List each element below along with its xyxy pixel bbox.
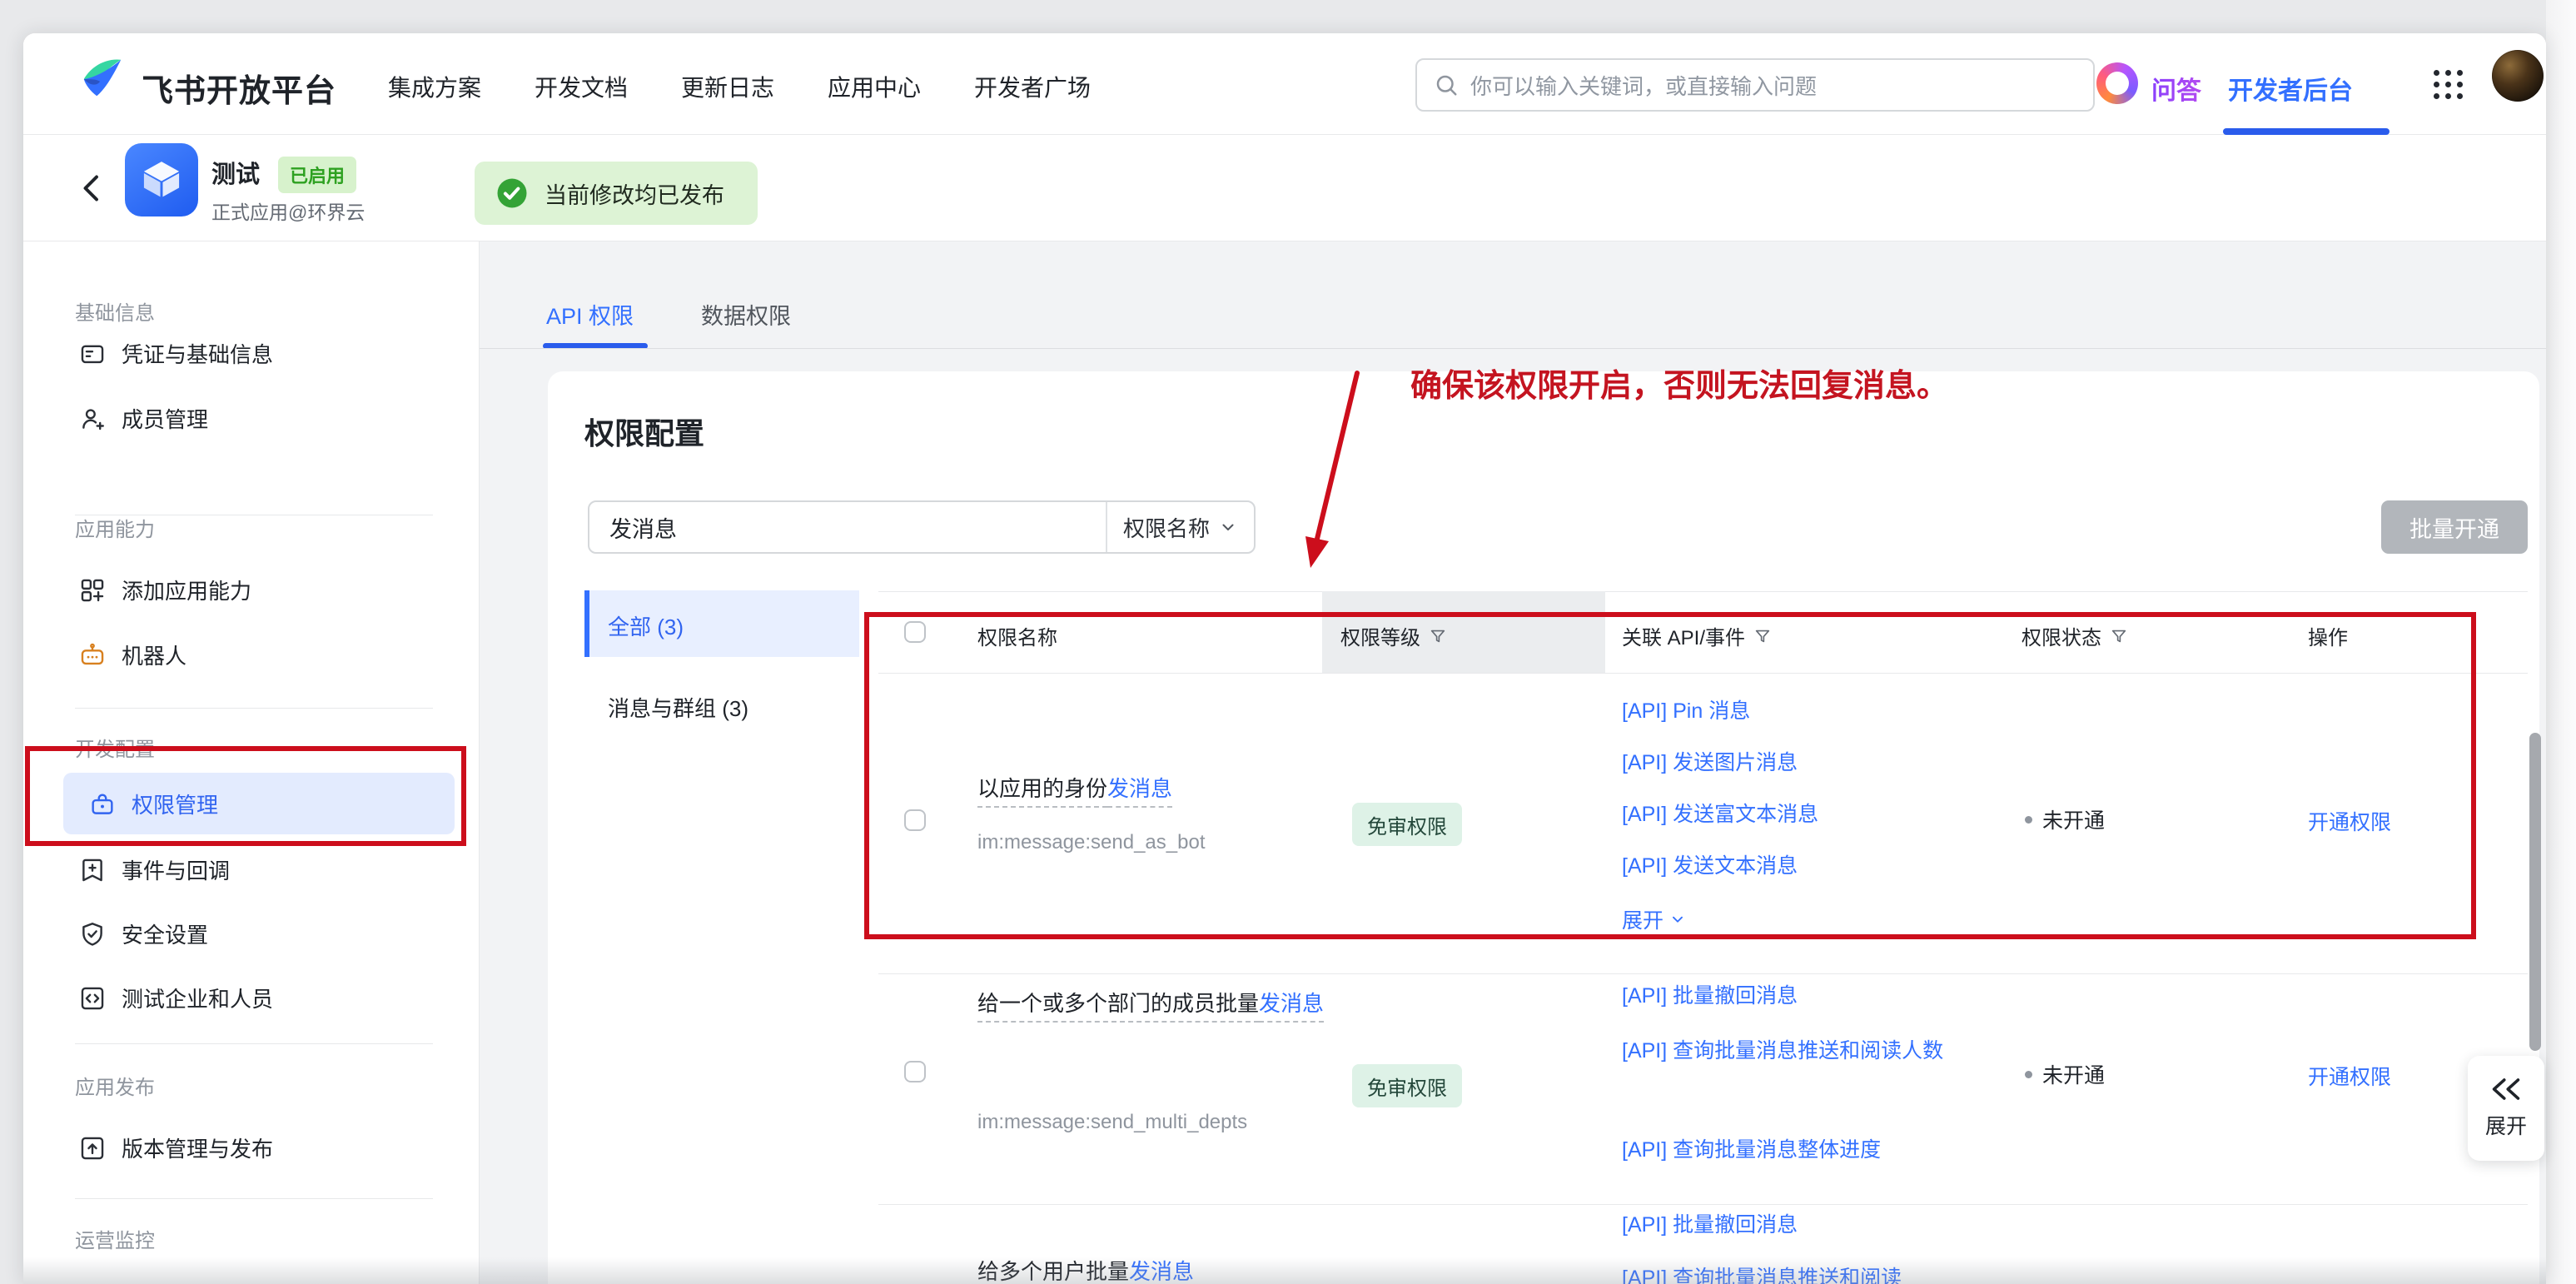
- sidebar-item-members[interactable]: 成员管理: [78, 403, 208, 434]
- search-filter-select[interactable]: 权限名称: [1106, 502, 1254, 552]
- bottom-edge-fade: [23, 1257, 2546, 1284]
- back-icon[interactable]: [77, 170, 107, 207]
- developer-console-link[interactable]: 开发者后台: [2228, 70, 2353, 107]
- qa-gradient-icon[interactable]: [2096, 62, 2138, 104]
- sidebar-item-label: 事件与回调: [122, 854, 230, 885]
- sidebar-item-label: 版本管理与发布: [122, 1132, 273, 1163]
- sidebar-item-version-release[interactable]: 版本管理与发布: [78, 1132, 273, 1163]
- sidebar-item-events[interactable]: 事件与回调: [78, 854, 230, 885]
- feishu-logo-icon[interactable]: [78, 55, 127, 103]
- expand-panel-button[interactable]: 展开: [2468, 1056, 2544, 1161]
- id-card-icon: [78, 340, 107, 368]
- sidebar-item-label: 成员管理: [122, 403, 208, 434]
- double-chevron-left-icon: [2489, 1077, 2523, 1102]
- annotation-note: 确保该权限开启，否则无法回复消息。: [1410, 360, 1948, 406]
- sidebar-section-monitoring: 运营监控: [75, 1224, 155, 1253]
- sidebar-item-bot[interactable]: 机器人: [78, 640, 186, 670]
- sidebar-divider: [75, 1043, 433, 1044]
- bookmark-plus-icon: [78, 856, 107, 884]
- user-plus-icon: [78, 405, 107, 433]
- sidebar-item-label: 凭证与基础信息: [122, 338, 273, 369]
- shield-check-icon: [78, 920, 107, 948]
- permission-search-input[interactable]: 发消息: [589, 511, 1106, 544]
- search-placeholder: 你可以输入关键词，或直接输入问题: [1470, 70, 1817, 101]
- subnav-all[interactable]: 全部 (3): [584, 590, 859, 657]
- sidebar-item-label: 添加应用能力: [122, 575, 251, 605]
- permission-status: 未开通: [2025, 1059, 2105, 1089]
- api-link[interactable]: [API] 查询批量消息整体进度: [1622, 1131, 1881, 1169]
- sidebar-item-add-capability[interactable]: 添加应用能力: [78, 575, 251, 605]
- sidebar-section-capability: 应用能力: [75, 513, 155, 542]
- api-link[interactable]: [API] 批量撤回消息: [1622, 1206, 1798, 1244]
- apps-grid-icon[interactable]: [2434, 70, 2464, 100]
- tab-data-permissions[interactable]: 数据权限: [701, 298, 791, 331]
- row-divider: [878, 1204, 2528, 1205]
- app-icon: [125, 143, 198, 216]
- nav-item-docs[interactable]: 开发文档: [535, 70, 628, 103]
- chevron-down-icon: [1218, 517, 1238, 537]
- nav-item-changelog[interactable]: 更新日志: [681, 70, 774, 103]
- scrollbar-thumb[interactable]: [2529, 733, 2541, 1051]
- level-tag: 免审权限: [1352, 1064, 1462, 1107]
- code-square-icon: [78, 984, 107, 1013]
- status-badge: 已启用: [278, 157, 356, 193]
- sidebar-item-label: 测试企业和人员: [122, 983, 273, 1013]
- expand-button-label: 展开: [2485, 1110, 2527, 1140]
- api-link[interactable]: [API] 批量撤回消息: [1622, 977, 1798, 1015]
- app-name: 测试: [211, 155, 260, 190]
- permission-code: im:message:send_multi_depts: [977, 1111, 1247, 1134]
- nav-item-developer-plaza[interactable]: 开发者广场: [974, 70, 1091, 103]
- sidebar-item-credentials[interactable]: 凭证与基础信息: [78, 338, 273, 369]
- search-icon: [1434, 72, 1459, 97]
- tab-api-permissions[interactable]: API 权限: [546, 298, 634, 331]
- panel-title: 权限配置: [584, 410, 704, 453]
- row-checkbox[interactable]: [904, 1061, 926, 1082]
- top-navbar: 飞书开放平台 集成方案 开发文档 更新日志 应用中心 开发者广场 你可以输入关键…: [23, 33, 2546, 135]
- user-avatar[interactable]: [2492, 50, 2544, 102]
- api-link[interactable]: [API] 查询批量消息推送和阅读人数: [1622, 1032, 1983, 1070]
- global-search-input[interactable]: 你可以输入关键词，或直接输入问题: [1415, 58, 2095, 112]
- app-header: 测试 已启用 正式应用@环界云 当前修改均已发布: [23, 135, 2546, 241]
- table-top-border: [878, 591, 2528, 592]
- subnav-messages-groups[interactable]: 消息与群组 (3): [608, 692, 748, 723]
- subnav-active-bar: [584, 590, 589, 657]
- sidebar-item-security[interactable]: 安全设置: [78, 918, 208, 949]
- enable-permission-link[interactable]: 开通权限: [2308, 1061, 2391, 1091]
- app-subtitle: 正式应用@环界云: [211, 197, 365, 225]
- tab-divider: [480, 348, 2546, 349]
- robot-icon: [78, 641, 107, 669]
- active-nav-indicator: [2223, 128, 2390, 135]
- status-dot: [2025, 1071, 2032, 1078]
- publish-status-banner: 当前修改均已发布: [475, 162, 758, 225]
- sidebar-divider: [75, 708, 433, 709]
- sidebar-divider: [75, 1198, 433, 1199]
- upload-square-icon: [78, 1134, 107, 1162]
- screen: 飞书开放平台 集成方案 开发文档 更新日志 应用中心 开发者广场 你可以输入关键…: [0, 0, 2576, 1284]
- annotation-rect-sidebar: [25, 746, 466, 846]
- annotation-rect-row: [864, 612, 2476, 939]
- check-circle-icon: [495, 176, 530, 211]
- sidebar-section-release: 应用发布: [75, 1071, 155, 1100]
- subnav-all-label: 全部 (3): [608, 610, 684, 641]
- cube-icon: [135, 153, 188, 207]
- page-right-margin: [2546, 0, 2576, 1284]
- annotation-arrow: [1274, 366, 1390, 575]
- sidebar-item-label: 机器人: [122, 640, 186, 670]
- logo-text[interactable]: 飞书开放平台: [142, 65, 336, 111]
- permission-name[interactable]: 给一个或多个部门的成员批量发消息: [977, 979, 1354, 1028]
- qa-link[interactable]: 问答: [2151, 70, 2201, 107]
- sidebar-item-test-company[interactable]: 测试企业和人员: [78, 983, 273, 1013]
- sidebar-section-basic: 基础信息: [75, 296, 155, 326]
- nav-item-integration[interactable]: 集成方案: [388, 70, 481, 103]
- bulk-enable-button[interactable]: 批量开通: [2381, 500, 2528, 554]
- grid-plus-icon: [78, 576, 107, 605]
- row-divider: [878, 973, 2528, 974]
- publish-status-text: 当前修改均已发布: [545, 177, 724, 210]
- filter-label: 权限名称: [1123, 512, 1210, 543]
- sidebar-item-label: 安全设置: [122, 918, 208, 949]
- nav-item-app-center[interactable]: 应用中心: [828, 70, 921, 103]
- permission-search-group: 发消息 权限名称: [588, 500, 1256, 554]
